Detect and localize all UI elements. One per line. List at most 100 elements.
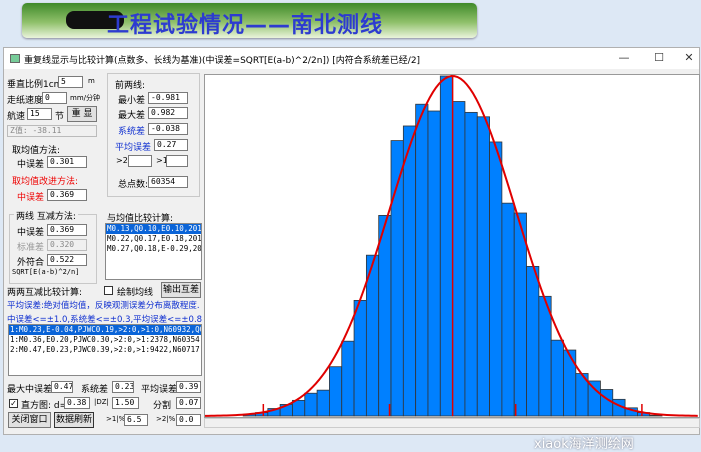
ship-speed-unit: 节	[55, 112, 65, 122]
histogram-bar	[526, 265, 540, 417]
min-diff-field[interactable]: -0.981	[148, 92, 188, 104]
histogram-bar	[415, 103, 429, 417]
list-item[interactable]: M0.13,Q0.10,E0.10,20180	[106, 224, 201, 234]
maximize-button[interactable]: ☐	[649, 51, 669, 66]
tl-std-label: 标准差	[17, 243, 45, 253]
histogram-bar	[489, 141, 503, 417]
front-group-label: 前两线:	[115, 81, 146, 91]
histogram-plot	[204, 74, 700, 418]
avg-field[interactable]: 0.39	[176, 381, 201, 393]
histogram-bar	[538, 295, 552, 417]
max-err-label: 最大中误差	[7, 385, 53, 395]
gt1-pct-field[interactable]: 6.5	[124, 414, 148, 426]
formula-label: SQRT[E(a-b)^2/n]	[12, 268, 80, 276]
histogram-bar	[452, 101, 466, 417]
list-item[interactable]: 2:M0.47,E0.23,PJWC0.39,>2:0,>1:9422,N607…	[9, 345, 201, 355]
histogram-checkbox[interactable]: ✓	[9, 399, 18, 408]
histogram-bar	[587, 380, 601, 417]
tl-err-label: 中误差	[17, 228, 45, 238]
list-item[interactable]: M0.22,Q0.17,E0.18,20180	[106, 234, 201, 244]
split-label: 分割	[153, 401, 172, 411]
gt2-pct-field[interactable]: 0.0	[176, 414, 201, 426]
close-window-button[interactable]: 关闭窗口	[8, 412, 51, 428]
gt1-pct-label: >1|%	[106, 415, 126, 423]
mean-compare-list[interactable]: M0.13,Q0.10,E0.10,20180 M0.22,Q0.17,E0.1…	[105, 223, 202, 280]
tl-err-field[interactable]: 0.369	[47, 224, 87, 236]
vscale-input[interactable]: 5	[58, 76, 83, 88]
histogram-bar	[378, 214, 392, 417]
minimize-button[interactable]: —	[614, 51, 634, 66]
sys-diff-field[interactable]: -0.038	[148, 123, 188, 135]
histogram-bar	[476, 116, 490, 417]
histogram-bar	[304, 392, 318, 417]
mean-method-label: 取均值方法:	[12, 146, 61, 156]
avg-label: 平均误差	[141, 385, 178, 395]
histogram-bar	[341, 340, 355, 417]
paper-speed-input[interactable]: 0	[42, 92, 67, 104]
split-field[interactable]: 0.07	[176, 397, 201, 409]
total-label: 总点数:	[118, 180, 149, 190]
mean-err-label: 中误差	[17, 160, 45, 170]
avg-err-label: 平均误差	[115, 143, 152, 153]
draw-mean-label: 绘制均线	[117, 288, 154, 298]
banner: 工程试验情况——南北测线	[22, 3, 477, 38]
histogram-label: 直方图: d=	[21, 401, 68, 411]
histogram-svg	[204, 75, 698, 417]
tl-ext-field[interactable]: 0.522	[47, 254, 87, 266]
histogram-bar	[501, 202, 515, 417]
histogram-bar	[427, 110, 441, 417]
histogram-bar	[563, 349, 577, 417]
export-diff-button[interactable]: 输出互差	[161, 282, 201, 298]
pairwise-label: 两两互减比较计算:	[7, 288, 83, 298]
list-item[interactable]: 1:M0.36,E0.20,PJWC0.30,>2:0,>1:2378,N603…	[9, 335, 201, 345]
histogram-bar	[513, 212, 527, 417]
z-value-field: Z值: -38.11	[7, 125, 97, 137]
sys-label: 系统差	[81, 385, 109, 395]
draw-mean-checkbox[interactable]	[104, 286, 113, 295]
gt2-field[interactable]	[128, 155, 152, 167]
total-field[interactable]: 60354	[148, 176, 188, 188]
histogram-bar	[464, 111, 478, 417]
paper-speed-label: 走纸速度	[7, 96, 44, 106]
histogram-bar	[439, 75, 454, 417]
gt1-field[interactable]	[166, 155, 188, 167]
improved-err-field[interactable]: 0.369	[47, 189, 87, 201]
histogram-bar	[316, 389, 330, 417]
banner-title: 工程试验情况——南北测线	[107, 13, 384, 38]
histogram-bar	[353, 299, 367, 417]
sys-field[interactable]: 0.23	[112, 381, 134, 393]
max-diff-field[interactable]: 0.982	[148, 107, 188, 119]
paper-speed-unit: mm/分钟	[70, 94, 100, 102]
pairwise-list[interactable]: 1:M0.23,E-0.04,PJWC0.19,>2:0,>1:0,N60932…	[8, 324, 202, 376]
dz-label: |DZ|	[94, 398, 109, 406]
sys-diff-label: 系统差	[118, 127, 146, 137]
horizontal-scrollbar[interactable]	[204, 418, 700, 428]
improved-method-label: 取均值改进方法:	[12, 177, 79, 187]
d-field[interactable]: 0.38	[64, 397, 90, 409]
note-avg-err: 平均误差:绝对值均值，反映观测误差分布离散程度.	[7, 301, 200, 311]
list-item[interactable]: 1:M0.23,E-0.04,PJWC0.19,>2:0,>1:0,N60932…	[9, 325, 201, 335]
tl-std-field: 0.320	[47, 239, 87, 251]
histogram-bar	[600, 389, 614, 417]
max-diff-label: 最大差	[118, 111, 146, 121]
redraw-button[interactable]: 重 显	[67, 106, 97, 122]
histogram-bar	[402, 125, 417, 417]
avg-err-field[interactable]: 0.27	[154, 139, 188, 151]
close-button[interactable]: ✕	[679, 51, 699, 66]
list-item[interactable]: M0.27,Q0.18,E-0.29,2018	[106, 244, 201, 254]
ship-speed-input[interactable]: 15	[27, 108, 52, 120]
improved-err-label: 中误差	[17, 193, 45, 203]
gt2-label: >2	[116, 156, 128, 165]
histogram-bar	[292, 399, 306, 417]
mean-err-field[interactable]: 0.301	[47, 156, 87, 168]
histogram-bar	[550, 339, 564, 417]
refresh-data-button[interactable]: 数据刷新	[54, 412, 94, 428]
tl-ext-label: 外符合	[17, 258, 45, 268]
title-bar: 重复线显示与比较计算(点数多、长线为基准)(中误差=SQRT[E(a-b)^2/…	[4, 48, 699, 69]
min-diff-label: 最小差	[118, 96, 146, 106]
dz-field[interactable]: 1.50	[112, 397, 139, 409]
max-err-field[interactable]: 0.47	[51, 381, 73, 393]
window-title: 重复线显示与比较计算(点数多、长线为基准)(中误差=SQRT[E(a-b)^2/…	[24, 56, 421, 66]
ship-speed-label: 航速	[7, 112, 26, 122]
histogram-bar	[329, 366, 343, 417]
